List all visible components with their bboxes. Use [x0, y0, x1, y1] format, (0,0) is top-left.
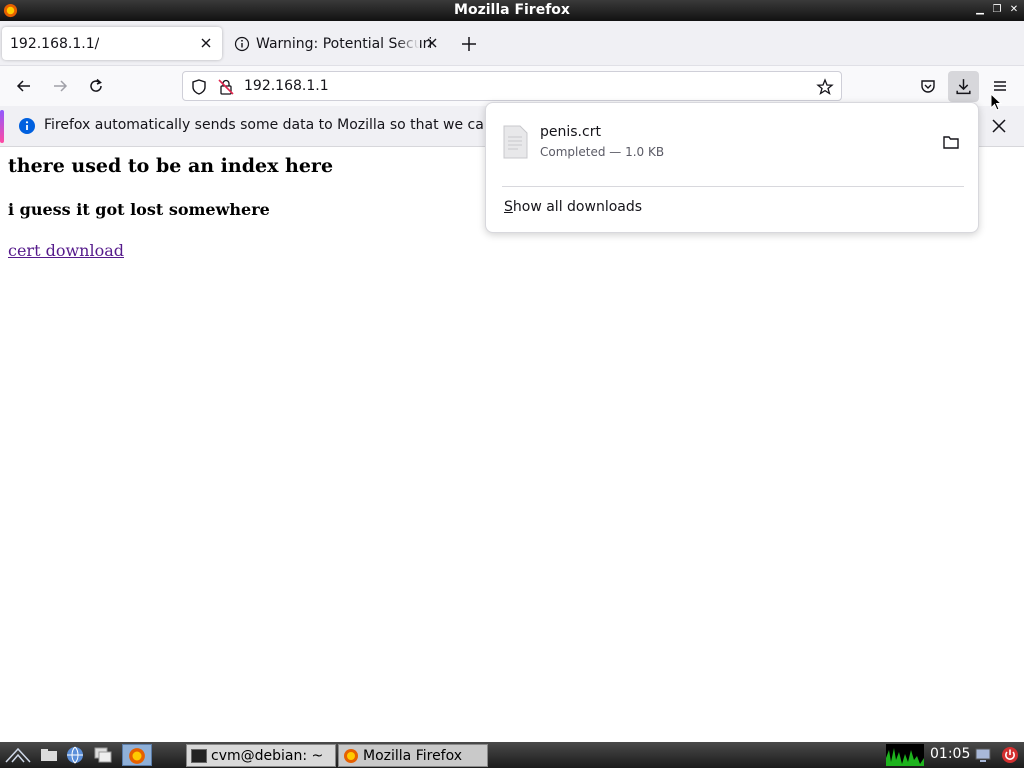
reload-button[interactable] [84, 74, 108, 98]
show-desktop-icon[interactable] [94, 746, 112, 764]
tab-warning[interactable]: Warning: Potential Securi [226, 27, 448, 60]
back-button[interactable] [12, 74, 36, 98]
task-label: Mozilla Firefox [363, 747, 463, 764]
page-content: there used to be an index here i guess i… [0, 147, 1024, 742]
show-all-accesskey: S [504, 199, 513, 215]
tab-label: 192.168.1.1/ [10, 35, 100, 52]
file-manager-icon[interactable] [40, 746, 58, 764]
back-arrow-icon [16, 80, 30, 92]
clock: 01:05 [930, 746, 971, 762]
pocket-icon[interactable] [919, 77, 937, 95]
tab-current[interactable]: 192.168.1.1/ [2, 27, 222, 60]
window-titlebar: Mozilla Firefox ▁ ❐ ✕ [0, 0, 1024, 21]
downloads-button[interactable] [948, 71, 979, 102]
pinned-firefox-launcher[interactable] [122, 744, 152, 766]
tab-fade [396, 31, 420, 56]
show-all-downloads-button[interactable]: Show all downloads [504, 199, 642, 215]
info-icon [19, 118, 35, 134]
taskbar-firefox-task[interactable]: Mozilla Firefox [338, 744, 488, 767]
firefox-icon [344, 748, 358, 763]
restore-icon[interactable]: ❐ [990, 3, 1004, 17]
bookmark-star-icon[interactable] [816, 78, 834, 96]
page-heading: there used to be an index here [8, 155, 334, 177]
file-icon [503, 125, 528, 159]
terminal-icon [191, 748, 207, 763]
minimize-icon[interactable]: ▁ [973, 3, 987, 17]
network-icon[interactable] [974, 746, 992, 764]
url-text: 192.168.1.1 [244, 78, 329, 94]
start-menu-icon[interactable] [4, 746, 32, 764]
info-circle-icon [234, 36, 250, 51]
tab-close-icon[interactable] [424, 35, 440, 51]
taskbar-terminal-task[interactable]: cvm@debian: ~ [186, 744, 336, 767]
tab-bar: 192.168.1.1/ Warning: Potential Securi [0, 21, 1024, 66]
forward-button[interactable] [48, 74, 72, 98]
tab-close-icon[interactable] [198, 35, 214, 51]
window-title: Mozilla Firefox [454, 2, 570, 18]
download-file-name[interactable]: penis.crt [540, 124, 601, 140]
navigation-toolbar: 192.168.1.1 [0, 66, 1024, 106]
task-label: cvm@debian: ~ [211, 747, 324, 764]
download-status: Completed — 1.0 KB [540, 145, 665, 159]
download-arrow-icon [956, 79, 971, 95]
notification-accent [0, 110, 4, 143]
open-folder-icon[interactable] [942, 133, 960, 151]
tracking-shield-icon[interactable] [190, 78, 208, 96]
forward-arrow-icon [54, 80, 68, 92]
new-tab-icon[interactable] [458, 33, 480, 55]
insecure-lock-icon[interactable] [217, 78, 235, 96]
power-icon[interactable] [1001, 746, 1019, 764]
close-window-icon[interactable]: ✕ [1007, 3, 1021, 17]
firefox-icon [129, 748, 145, 764]
panel-divider [502, 186, 964, 187]
notification-close-icon[interactable] [990, 117, 1008, 135]
page-subheading: i guess it got lost somewhere [8, 200, 270, 219]
notification-message: Firefox automatically sends some data to… [44, 117, 515, 133]
reload-icon [90, 78, 102, 92]
web-browser-icon[interactable] [66, 746, 84, 764]
downloads-panel: penis.crt Completed — 1.0 KB Show all do… [485, 102, 979, 233]
taskbar: cvm@debian: ~ Mozilla Firefox 01:05 [0, 742, 1024, 768]
address-bar[interactable]: 192.168.1.1 [182, 71, 842, 101]
show-all-label: how all downloads [512, 199, 643, 215]
cert-download-link[interactable]: cert download [8, 241, 124, 260]
mouse-cursor-icon [990, 93, 1002, 111]
cpu-monitor-graph [886, 744, 924, 766]
